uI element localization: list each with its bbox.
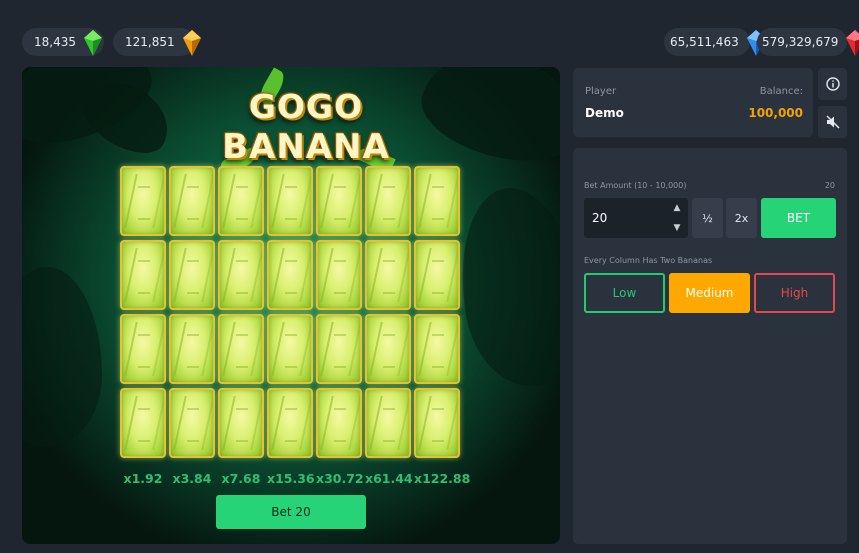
mode-description: Every Column Has Two Bananas <box>584 256 713 265</box>
column-multiplier: x61.44 <box>365 471 413 486</box>
multiplier-row: x1.92 x3.84 x7.68 x15.36 x30.72 x61.44 x… <box>120 471 471 486</box>
red-gem-icon <box>844 29 859 56</box>
gem-counter-orange: 121,851 <box>113 28 201 56</box>
tile[interactable] <box>365 240 411 310</box>
tile[interactable] <box>316 314 362 384</box>
player-card: Player Demo Balance: 100,000 <box>573 68 813 137</box>
sound-toggle-button[interactable] <box>818 106 847 138</box>
gem-counter-red: 579,329,679 <box>757 28 859 56</box>
bet-amount-label: Bet Amount (10 - 10,000) <box>584 181 687 190</box>
tile[interactable] <box>218 314 264 384</box>
info-icon <box>825 77 840 91</box>
jungle-leaf-decoration <box>445 178 560 396</box>
bet-button[interactable]: BET <box>761 198 836 238</box>
logo-text-line1: GOGO <box>248 87 364 126</box>
tile[interactable] <box>365 314 411 384</box>
tile[interactable] <box>414 314 460 384</box>
tile[interactable] <box>218 240 264 310</box>
tile[interactable] <box>267 240 313 310</box>
chevron-up-icon[interactable]: ▲ <box>670 201 684 215</box>
tile[interactable] <box>365 166 411 236</box>
column-multiplier: x7.68 <box>221 471 261 486</box>
risk-medium-button[interactable]: Medium <box>669 273 750 313</box>
tile[interactable] <box>414 388 460 458</box>
board-bet-button[interactable]: Bet 20 <box>216 495 366 529</box>
tile[interactable] <box>169 388 215 458</box>
gem-counter-blue: 65,511,463 <box>664 28 765 56</box>
tile[interactable] <box>316 388 362 458</box>
info-button[interactable] <box>818 68 847 100</box>
risk-high-button[interactable]: High <box>754 273 835 313</box>
tile[interactable] <box>267 166 313 236</box>
tile[interactable] <box>218 166 264 236</box>
column-multiplier: x3.84 <box>172 471 212 486</box>
double-bet-button[interactable]: 2x <box>726 198 757 238</box>
gem-count: 18,435 <box>34 35 76 49</box>
tile[interactable] <box>218 388 264 458</box>
tile[interactable] <box>365 388 411 458</box>
tile[interactable] <box>120 166 166 236</box>
tile[interactable] <box>120 314 166 384</box>
tile[interactable] <box>414 166 460 236</box>
jungle-leaf-decoration <box>411 67 560 177</box>
column-multiplier: x122.88 <box>414 471 471 486</box>
column-multiplier: x30.72 <box>316 471 364 486</box>
gem-counter-green: 18,435 <box>22 28 104 56</box>
green-gem-icon <box>82 29 104 56</box>
balance-value: 100,000 <box>748 106 803 120</box>
logo-text-line2: BANANA <box>222 127 390 167</box>
half-bet-button[interactable]: ½ <box>692 198 723 238</box>
tile[interactable] <box>414 240 460 310</box>
tile[interactable] <box>169 240 215 310</box>
game-board: GOGO BANANA x1.92 x3.84 x7.68 x15.36 x30… <box>22 67 560 544</box>
tile[interactable] <box>120 240 166 310</box>
tile[interactable] <box>120 388 166 458</box>
tile[interactable] <box>169 166 215 236</box>
column-multiplier: x15.36 <box>267 471 315 486</box>
tile-grid <box>120 166 460 458</box>
gem-count: 121,851 <box>125 35 175 49</box>
gem-count: 579,329,679 <box>762 35 839 49</box>
jungle-leaf-decoration <box>22 267 102 447</box>
balance-label: Balance: <box>759 86 803 97</box>
chevron-down-icon[interactable]: ▼ <box>670 221 684 235</box>
tile[interactable] <box>267 314 313 384</box>
player-name: Demo <box>585 106 624 120</box>
tile[interactable] <box>316 166 362 236</box>
column-multiplier: x1.92 <box>123 471 163 486</box>
bet-controls-panel: Bet Amount (10 - 10,000) 20 ▲ ▼ ½ 2x BET… <box>573 148 847 544</box>
tile[interactable] <box>316 240 362 310</box>
player-label: Player <box>585 86 617 97</box>
mute-icon <box>825 115 840 129</box>
orange-gem-icon <box>181 29 203 56</box>
bet-amount-current: 20 <box>824 181 835 190</box>
tile[interactable] <box>169 314 215 384</box>
gem-count: 65,511,463 <box>670 35 739 49</box>
risk-low-button[interactable]: Low <box>584 273 665 313</box>
tile[interactable] <box>267 388 313 458</box>
